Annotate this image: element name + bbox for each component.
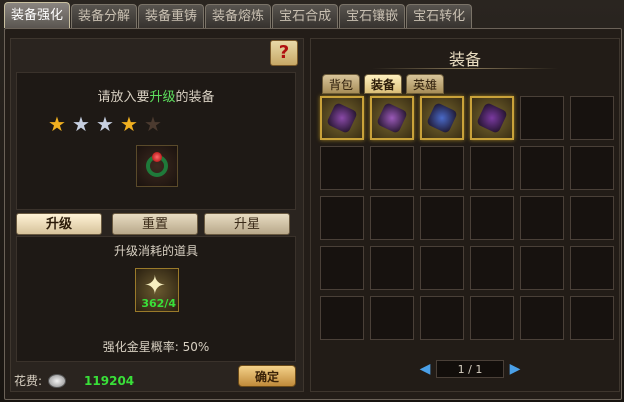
sub-tab-bar: 升级 重置 升星 <box>16 213 296 235</box>
empty-slot[interactable] <box>370 196 414 240</box>
help-icon[interactable]: ? <box>270 40 298 66</box>
confirm-button[interactable]: 确定 <box>238 365 296 387</box>
top-tab-3[interactable]: 装备熔炼 <box>205 4 272 28</box>
sub-tab-1[interactable]: 重置 <box>112 213 198 235</box>
sub-tab-2[interactable]: 升星 <box>204 213 290 235</box>
gold-star-icon: ★ <box>48 112 66 136</box>
purple-helmet-icon <box>376 102 408 134</box>
cost-row: 花费: 119204 <box>14 372 134 389</box>
empty-slot[interactable] <box>470 246 514 290</box>
equipment-panel-title: 装备 <box>448 50 481 69</box>
inventory-item-slot[interactable] <box>420 96 464 140</box>
empty-slot[interactable] <box>320 146 364 190</box>
top-tab-bar: 装备强化 装备分解 装备重铸 装备熔炼 宝石合成 宝石镶嵌 宝石转化 <box>4 2 473 30</box>
title-divider <box>372 68 558 69</box>
star-rating: ★ ★ ★ ★ ★ <box>46 114 164 134</box>
silver-star-icon: ★ <box>72 112 90 136</box>
top-tab-1[interactable]: 装备分解 <box>71 4 138 28</box>
ruby-gem-icon <box>152 152 162 162</box>
inventory-item-slot[interactable] <box>470 96 514 140</box>
empty-slot[interactable] <box>520 146 564 190</box>
empty-slot[interactable] <box>420 296 464 340</box>
cost-label-text: 花费: <box>14 374 43 388</box>
empty-slot[interactable] <box>570 96 614 140</box>
empty-slot[interactable] <box>470 146 514 190</box>
empty-slot[interactable] <box>420 146 464 190</box>
prompt-prefix: 请放入要 <box>97 90 150 105</box>
top-tab-6[interactable]: 宝石转化 <box>406 4 473 28</box>
pagination: ◀ 1 / 1 ▶ <box>418 360 522 378</box>
cost-label: 升级消耗的道具 <box>113 244 198 258</box>
prompt-suffix: 的装备 <box>175 90 215 105</box>
empty-slot[interactable] <box>570 196 614 240</box>
empty-slot[interactable] <box>520 96 564 140</box>
empty-slot[interactable] <box>370 296 414 340</box>
empty-slot[interactable] <box>520 196 564 240</box>
prompt-highlight: 升级 <box>149 90 176 105</box>
page-indicator: 1 / 1 <box>436 360 504 378</box>
equipment-slot[interactable] <box>136 145 178 187</box>
equipment-tab-2[interactable]: 英雄 <box>406 74 444 94</box>
sub-tab-0[interactable]: 升级 <box>16 213 102 235</box>
top-tab-0[interactable]: 装备强化 <box>4 2 71 28</box>
cost-value: 119204 <box>84 373 135 388</box>
top-tab-2[interactable]: 装备重铸 <box>138 4 205 28</box>
top-tab-4[interactable]: 宝石合成 <box>272 4 339 28</box>
empty-slot[interactable] <box>470 196 514 240</box>
silver-star-icon: ★ <box>96 112 114 136</box>
empty-slot[interactable] <box>570 296 614 340</box>
empty-slot[interactable] <box>320 296 364 340</box>
blue-gauntlet-icon <box>426 102 458 134</box>
success-rate: 强化金星概率: 50% <box>102 340 210 354</box>
star-material-icon: ✦ <box>144 271 166 301</box>
empty-slot[interactable] <box>570 146 614 190</box>
empty-slot[interactable] <box>320 196 364 240</box>
equipment-tab-1[interactable]: 装备 <box>364 74 402 94</box>
empty-slot[interactable] <box>320 246 364 290</box>
purple-shoulder-armor-icon <box>326 102 358 134</box>
game-window: 装备强化 装备分解 装备重铸 装备熔炼 宝石合成 宝石镶嵌 宝石转化 ? 请放入要升级的装备… <box>0 0 624 402</box>
empty-slot[interactable] <box>420 246 464 290</box>
material-count: 362/4 <box>141 297 176 310</box>
top-tab-5[interactable]: 宝石镶嵌 <box>339 4 406 28</box>
inventory-item-slot[interactable] <box>370 96 414 140</box>
inventory-item-slot[interactable] <box>320 96 364 140</box>
empty-star-icon: ★ <box>144 112 162 136</box>
purple-shield-icon <box>476 102 508 134</box>
silver-coin-icon <box>48 373 67 388</box>
empty-slot[interactable] <box>370 246 414 290</box>
material-slot[interactable]: ✦ 362/4 <box>135 268 179 312</box>
empty-slot[interactable] <box>370 146 414 190</box>
gold-star-icon: ★ <box>120 112 138 136</box>
empty-slot[interactable] <box>520 296 564 340</box>
equipment-tab-0[interactable]: 背包 <box>322 74 360 94</box>
empty-slot[interactable] <box>520 246 564 290</box>
place-equipment-prompt: 请放入要升级的装备 <box>16 86 296 105</box>
prev-page-icon[interactable]: ◀ <box>418 361 432 377</box>
empty-slot[interactable] <box>420 196 464 240</box>
empty-slot[interactable] <box>570 246 614 290</box>
empty-slot[interactable] <box>470 296 514 340</box>
next-page-icon[interactable]: ▶ <box>508 361 522 377</box>
